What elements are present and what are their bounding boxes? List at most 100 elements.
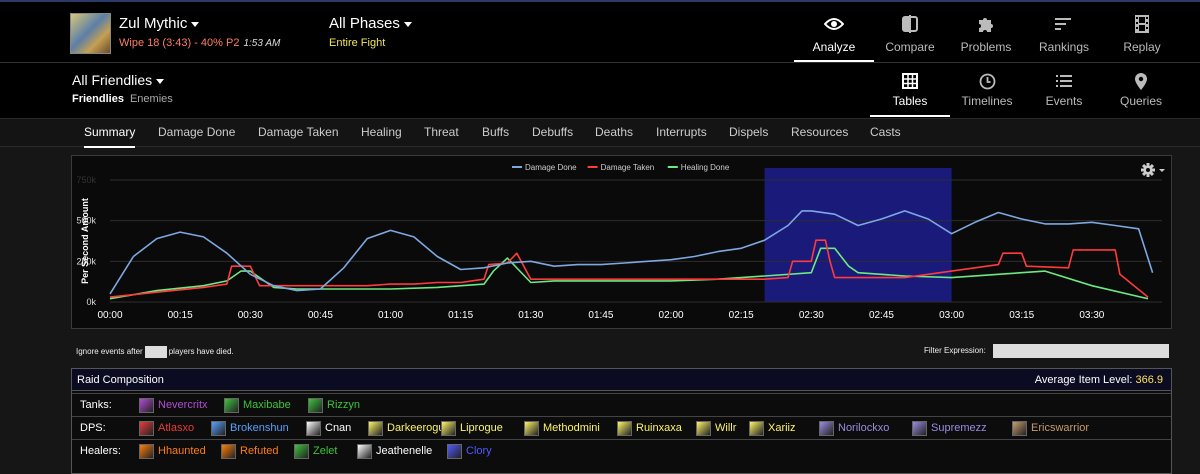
raid-member[interactable]: Willr — [696, 420, 736, 436]
nav-compare[interactable]: Compare — [870, 2, 950, 62]
boss-time: 1:53 AM — [243, 38, 281, 49]
class-spec-icon — [308, 397, 323, 413]
ignore-suffix: players have died. — [168, 347, 234, 357]
raid-member[interactable]: Hhaunted — [139, 443, 206, 459]
tab-interrupts[interactable]: Interrupts — [656, 125, 707, 139]
tab-dispels[interactable]: Dispels — [729, 125, 768, 139]
tab-enemies[interactable]: Enemies — [130, 93, 173, 105]
filter-expression-input[interactable] — [993, 344, 1169, 358]
raid-member[interactable]: Clory — [447, 443, 492, 459]
legend-label: Healing Done — [681, 163, 730, 172]
raid-member[interactable]: Xariiz — [749, 420, 796, 436]
view-timelines[interactable]: Timelines — [947, 63, 1027, 117]
class-spec-icon — [139, 397, 154, 413]
x-tick-label: 03:30 — [1079, 310, 1104, 321]
tab-threat[interactable]: Threat — [424, 125, 459, 139]
view-tables[interactable]: Tables — [870, 63, 950, 117]
chart-svg[interactable]: Damage Done Damage Taken Healing Done 0k25… — [72, 156, 1171, 328]
nav-problems[interactable]: Problems — [946, 2, 1026, 62]
x-tick-label: 02:00 — [659, 310, 684, 321]
nav-replay[interactable]: Replay — [1102, 2, 1182, 62]
y-tick-label: 750k — [76, 175, 96, 185]
member-name: Willr — [715, 422, 737, 434]
dps-label: DPS: — [80, 422, 106, 434]
phase-label: All Phases — [329, 15, 400, 32]
raid-member[interactable]: Atlasxo — [139, 420, 194, 436]
friendly-selector[interactable]: All Friendlies — [72, 72, 165, 88]
raid-member[interactable]: Zelet — [294, 443, 337, 459]
member-name: Zelet — [313, 445, 338, 457]
ignore-deaths-input[interactable] — [144, 346, 167, 358]
phase-sub: Entire Fight — [329, 37, 386, 49]
class-spec-icon — [696, 420, 711, 436]
tab-summary[interactable]: Summary — [84, 125, 136, 148]
x-tick-label: 00:45 — [308, 310, 333, 321]
tab-healing[interactable]: Healing — [361, 125, 402, 139]
member-name: Brokenshun — [230, 422, 289, 434]
raid-member[interactable]: Nevercritx — [139, 397, 208, 413]
legend-label: Damage Taken — [601, 163, 655, 172]
tab-damage-taken[interactable]: Damage Taken — [258, 125, 339, 139]
x-tick-label: 00:30 — [238, 310, 263, 321]
rankings-icon — [1024, 14, 1104, 34]
healers-label: Healers: — [80, 445, 121, 457]
puzzle-icon — [946, 14, 1026, 34]
nav-replay-label: Replay — [1123, 40, 1161, 54]
boss-selector[interactable]: Zul Mythic — [119, 15, 200, 32]
summary-chart: Damage Done Damage Taken Healing Done 0k 25… — [71, 155, 1172, 329]
raid-member[interactable]: Jeathenelle — [357, 443, 432, 459]
raid-member[interactable]: Ruinxaxa — [617, 420, 682, 436]
series-line-damage-taken — [109, 239, 1149, 298]
class-spec-icon — [139, 420, 154, 436]
view-timelines-label: Timelines — [961, 94, 1013, 108]
healers-row: Healers: Hhaunted Refuted Zelet Jeathenelle… — [72, 439, 1171, 461]
raid-member[interactable]: Rizzyn — [308, 397, 360, 413]
raid-member[interactable]: Cnan — [306, 420, 351, 436]
tab-deaths[interactable]: Deaths — [595, 125, 633, 139]
raid-member[interactable]: Maxibabe — [224, 397, 291, 413]
gear-icon[interactable] — [1141, 163, 1165, 177]
tab-friendlies[interactable]: Friendlies — [72, 93, 124, 105]
tab-buffs[interactable]: Buffs — [482, 125, 509, 139]
nav-analyze[interactable]: Analyze — [794, 2, 874, 62]
x-tick-label: 00:15 — [168, 310, 193, 321]
class-spec-icon — [447, 443, 462, 459]
table-icon — [870, 72, 950, 90]
nav-rankings[interactable]: Rankings — [1024, 2, 1104, 62]
tanks-row: Tanks: Nevercritx Maxibabe Rizzyn — [72, 393, 1171, 415]
raid-header: Raid Composition Average Item Level: 366… — [72, 369, 1171, 391]
x-tick-label: 02:45 — [869, 310, 894, 321]
ilvl-value: 366.9 — [1135, 374, 1163, 386]
chevron-down-icon — [156, 78, 165, 84]
ilvl-label: Average Item Level: — [1034, 374, 1136, 386]
class-spec-icon — [224, 397, 239, 413]
tab-resources[interactable]: Resources — [791, 125, 848, 139]
raid-member[interactable]: Darkeerogue — [368, 420, 451, 436]
view-events[interactable]: Events — [1024, 63, 1104, 117]
view-queries[interactable]: Queries — [1101, 63, 1181, 117]
x-tick-label: 01:15 — [448, 310, 473, 321]
tab-casts[interactable]: Casts — [870, 125, 901, 139]
side-tabs: Friendlies Enemies — [72, 93, 173, 105]
raid-member[interactable]: Supremezz — [912, 420, 987, 436]
friendly-selector-label: All Friendlies — [72, 72, 153, 88]
tab-debuffs[interactable]: Debuffs — [532, 125, 573, 139]
member-name: Cnan — [325, 422, 352, 434]
member-name: Jeathenelle — [376, 445, 433, 457]
raid-member[interactable]: Liprogue — [441, 420, 503, 436]
tab-damage-done[interactable]: Damage Done — [158, 125, 235, 139]
raid-member[interactable]: Norilockxo — [819, 420, 889, 436]
member-name: Clory — [466, 445, 492, 457]
class-spec-icon — [749, 420, 764, 436]
x-tick-label: 01:30 — [518, 310, 543, 321]
class-spec-icon — [294, 443, 309, 459]
phase-selector[interactable]: All Phases — [329, 15, 412, 32]
boss-portrait[interactable] — [70, 13, 111, 54]
view-tables-label: Tables — [892, 94, 928, 108]
raid-member[interactable]: Brokenshun — [211, 420, 289, 436]
raid-member[interactable]: Ericswarrior — [1012, 420, 1089, 436]
raid-member[interactable]: Refuted — [221, 443, 279, 459]
member-name: Norilockxo — [838, 422, 890, 434]
raid-member[interactable]: Methodmini — [524, 420, 600, 436]
nav-problems-label: Problems — [960, 40, 1012, 54]
